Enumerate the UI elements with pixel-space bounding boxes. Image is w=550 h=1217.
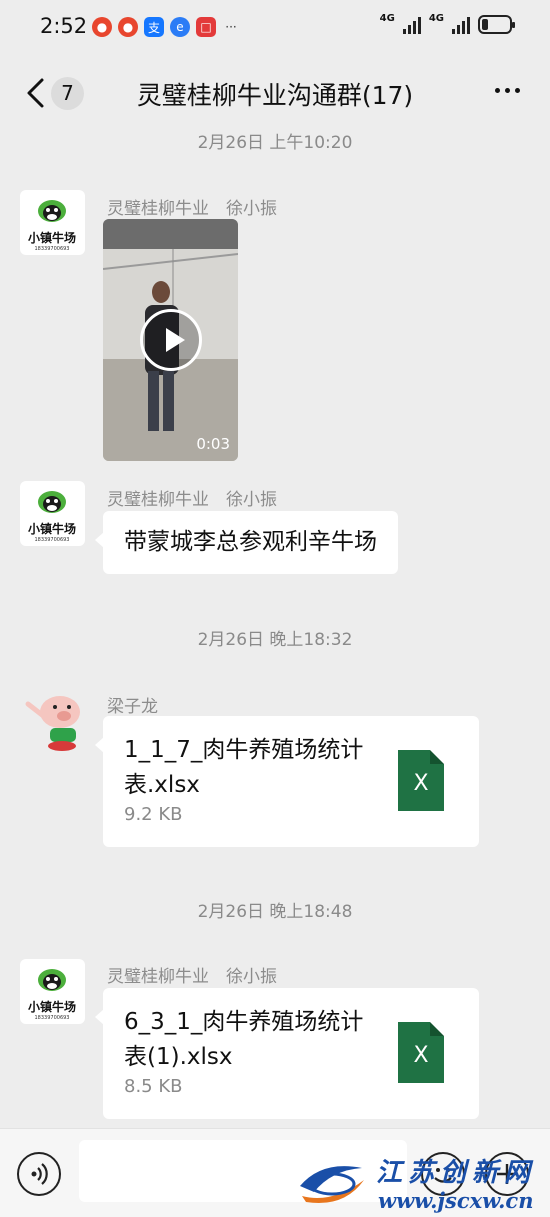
file-name: 1_1_7_肉牛养殖场统计表.xlsx (124, 737, 364, 798)
logo-phone-text: 18339700693 (35, 537, 70, 543)
status-time: 2:52 (40, 14, 88, 38)
file-message[interactable]: 6_3_1_肉牛养殖场统计表(1).xlsx 8.5 KB X (103, 988, 479, 1119)
network-type: 4G (428, 12, 444, 24)
file-size: 9.2 KB (124, 804, 183, 825)
video-message[interactable]: 0:03 (103, 219, 238, 461)
logo-brand-text: 小镇牛场 (28, 999, 76, 1014)
text-message[interactable]: 带蒙城李总参观利辛牛场 (103, 511, 398, 574)
message-timestamp: 2月26日 上午10:20 (197, 133, 353, 153)
status-bar: 2:52 ● ● 支 e □ ··· 4G 4G (0, 0, 550, 56)
file-size: 8.5 KB (124, 1076, 183, 1097)
message-timestamp: 2月26日 晚上18:32 (197, 630, 353, 650)
avatar[interactable]: 小镇牛场 18339700693 (20, 959, 85, 1024)
notification-icons: ● ● 支 e □ ··· (92, 17, 240, 37)
watermark-logo-icon (300, 1166, 364, 1204)
video-duration: 0:03 (196, 435, 230, 453)
weibo-icon: ● (118, 17, 138, 37)
chat-header: 7 灵璧桂柳牛业沟通群(17) (0, 56, 550, 130)
site-watermark: 江苏创新网 www.jscxw.cn (292, 1152, 548, 1214)
excel-file-icon: X (398, 1022, 444, 1083)
cow-logo-icon: 小镇牛场 18339700693 (28, 969, 76, 1021)
voice-icon (31, 1163, 48, 1185)
browser-icon: e (170, 17, 190, 37)
play-icon[interactable] (140, 309, 202, 371)
sender-name: 梁子龙 (107, 697, 158, 717)
chat-title: 灵璧桂柳牛业沟通群(17) (136, 81, 414, 110)
message-app-icon: □ (196, 17, 216, 37)
status-indicators: 4G 4G (379, 12, 515, 34)
file-message[interactable]: 1_1_7_肉牛养殖场统计表.xlsx 9.2 KB X (103, 716, 479, 847)
sender-name: 灵璧桂柳牛业 徐小振 (107, 199, 277, 219)
sender-name: 灵璧桂柳牛业 徐小振 (107, 490, 277, 510)
avatar[interactable]: 小镇牛场 18339700693 (20, 481, 85, 546)
file-name: 6_3_1_肉牛养殖场统计表(1).xlsx (124, 1009, 364, 1070)
more-notifications-icon: ··· (225, 20, 237, 34)
cow-logo-icon: 小镇牛场 18339700693 (28, 491, 76, 543)
logo-phone-text: 18339700693 (35, 246, 70, 252)
message-timestamp: 2月26日 晚上18:48 (197, 902, 353, 922)
watermark-url: www.jscxw.cn (378, 1188, 534, 1213)
more-options-icon[interactable] (495, 88, 520, 93)
avatar[interactable]: 小镇牛场 18339700693 (20, 190, 85, 255)
battery-icon (478, 15, 515, 34)
logo-brand-text: 小镇牛场 (28, 230, 76, 245)
avatar[interactable] (20, 690, 85, 755)
network-type: 4G (379, 12, 395, 24)
alipay-icon: 支 (144, 17, 164, 37)
signal-icon (452, 16, 470, 34)
weibo-icon: ● (92, 17, 112, 37)
signal-icon (402, 16, 421, 34)
logo-phone-text: 18339700693 (35, 1015, 70, 1021)
cow-logo-icon: 小镇牛场 18339700693 (28, 200, 76, 252)
voice-input-button[interactable] (17, 1152, 61, 1196)
pig-avatar-icon (25, 696, 80, 751)
watermark-name: 江苏创新网 (376, 1158, 537, 1188)
excel-file-icon: X (398, 750, 444, 811)
sender-name: 灵璧桂柳牛业 徐小振 (107, 967, 277, 987)
logo-brand-text: 小镇牛场 (28, 521, 76, 536)
